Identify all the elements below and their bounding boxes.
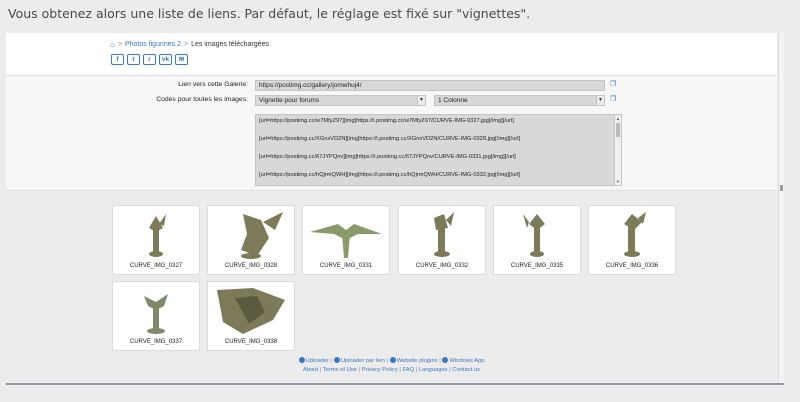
footer-link[interactable]: Website plugins	[397, 358, 438, 364]
figurine-thumbnail[interactable]	[118, 286, 194, 336]
figurine-thumbnail[interactable]	[213, 210, 289, 260]
page-scrollbar[interactable]	[778, 33, 784, 383]
scroll-up-icon[interactable]: ▲	[615, 116, 621, 121]
chevron-right-icon: >	[183, 41, 189, 48]
image-card[interactable]: CURVE_IMG_0335	[493, 205, 581, 275]
image-name: CURVE_IMG_0332	[415, 263, 469, 269]
home-icon[interactable]: ⌂	[110, 40, 115, 49]
figurine-thumbnail[interactable]	[308, 210, 384, 260]
footer-link[interactable]: Contact us	[452, 367, 480, 373]
codes-label: Codes pour toutes les images:	[156, 96, 248, 103]
copy-icon[interactable]: ❐	[610, 81, 618, 89]
footer-link[interactable]: Privacy Policy	[362, 367, 398, 373]
footer-link[interactable]: Languages	[419, 367, 448, 373]
plugin-icon	[389, 357, 396, 363]
gallery-link-label: Lien vers cette Galerie:	[178, 81, 248, 88]
chevron-right-icon: >	[117, 41, 122, 48]
format-select[interactable]: Vignette pour forums ▼	[255, 95, 426, 106]
figurine-thumbnail[interactable]	[404, 210, 480, 260]
code-line: [url=https://postimg.cc/67JYPQnv][img]ht…	[259, 154, 516, 160]
figurine-thumbnail[interactable]	[213, 286, 289, 336]
code-line: [url=https://postimg.cc/hQjrmQWH][img]ht…	[259, 172, 521, 178]
footer-links-top: Uploader | Uploader par lien | Website p…	[6, 357, 777, 366]
upload-icon	[298, 357, 305, 363]
reddit-share-button[interactable]: r	[143, 54, 156, 65]
codes-scrollbar[interactable]: ▲ ▼	[614, 115, 621, 185]
footer-link[interactable]: About	[303, 367, 318, 373]
chevron-down-icon: ▼	[417, 96, 425, 105]
image-name: CURVE_IMG_0336	[605, 263, 659, 269]
windows-icon	[442, 357, 449, 363]
codes-textarea[interactable]: [url=https://postimg.cc/w7MfyZ97][img]ht…	[255, 114, 622, 186]
footer-link[interactable]: Terms of Use	[323, 367, 357, 373]
footer-link[interactable]: Windows App	[449, 358, 484, 364]
tutorial-caption: Vous obtenez alors une liste de liens. P…	[8, 6, 531, 21]
links-panel: Lien vers cette Galerie: https://postimg…	[6, 75, 777, 191]
vk-share-button[interactable]: vk	[159, 54, 172, 65]
image-card[interactable]: CURVE_IMG_0336	[588, 205, 676, 275]
facebook-share-button[interactable]: f	[111, 54, 124, 65]
gallery-link-field[interactable]: https://postimg.cc/gallery/jomwhuj4/	[255, 80, 605, 91]
page-footer: Uploader | Uploader par lien | Website p…	[6, 357, 777, 375]
share-buttons: f t r vk ✉	[111, 54, 188, 65]
page-header: ⌂ > Photos figurines 2 > Les images télé…	[6, 33, 777, 75]
code-line: [url=https://postimg.cc/w7MfyZ97][img]ht…	[259, 118, 514, 124]
footer-link[interactable]: Uploader par lien	[341, 358, 385, 364]
image-card[interactable]: CURVE_IMG_0327	[112, 205, 200, 275]
image-card[interactable]: CURVE_IMG_0331	[302, 205, 390, 275]
image-name: CURVE_IMG_0337	[129, 339, 183, 345]
screenshot-frame: ⌂ > Photos figurines 2 > Les images télé…	[6, 33, 784, 385]
figurine-thumbnail[interactable]	[594, 210, 670, 260]
scroll-down-icon[interactable]: ▼	[615, 179, 621, 184]
image-name: CURVE_IMG_0335	[510, 263, 564, 269]
footer-links-bottom: About | Terms of Use | Privacy Policy | …	[302, 367, 481, 373]
breadcrumb-current: Les images téléchargées	[191, 41, 269, 48]
footer-link[interactable]: FAQ	[403, 367, 415, 373]
email-share-button[interactable]: ✉	[175, 54, 188, 65]
figurine-thumbnail[interactable]	[118, 210, 194, 260]
image-name: CURVE_IMG_0327	[129, 263, 183, 269]
code-line: [url=https://postimg.cc/XGnxVD2N][img]ht…	[259, 136, 521, 142]
globe-icon	[333, 357, 340, 363]
image-name: CURVE_IMG_0328	[224, 263, 278, 269]
figurine-thumbnail[interactable]	[499, 210, 575, 260]
twitter-share-button[interactable]: t	[127, 54, 140, 65]
footer-link[interactable]: Uploader	[306, 358, 330, 364]
image-card[interactable]: CURVE_IMG_0328	[207, 205, 295, 275]
image-name: CURVE_IMG_0331	[319, 263, 373, 269]
columns-select[interactable]: 1 Colonne ▼	[434, 95, 605, 106]
breadcrumb-parent[interactable]: Photos figurines 2	[125, 41, 181, 48]
image-card[interactable]: CURVE_IMG_0338	[207, 281, 295, 351]
columns-select-value: 1 Colonne	[438, 97, 468, 104]
image-card[interactable]: CURVE_IMG_0332	[398, 205, 486, 275]
breadcrumb: ⌂ > Photos figurines 2 > Les images télé…	[110, 40, 269, 49]
chevron-down-icon: ▼	[596, 96, 604, 105]
scroll-thumb[interactable]	[780, 185, 783, 191]
image-name: CURVE_IMG_0338	[224, 339, 278, 345]
format-select-value: Vignette pour forums	[259, 97, 320, 104]
copy-icon[interactable]: ❐	[610, 96, 618, 104]
scroll-thumb[interactable]	[616, 123, 620, 137]
image-card[interactable]: CURVE_IMG_0337	[112, 281, 200, 351]
